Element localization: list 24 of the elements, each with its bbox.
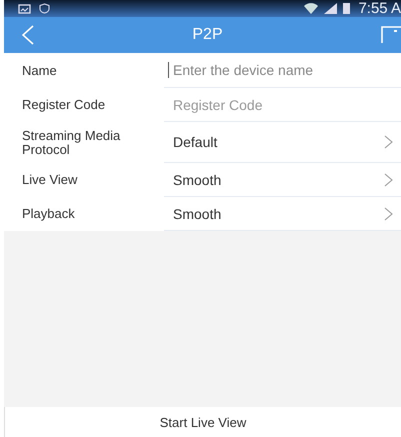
wifi-icon [304,3,318,14]
battery-icon [343,3,350,14]
save-icon[interactable] [381,26,401,44]
image-icon [18,4,31,14]
chevron-right-icon [384,135,393,149]
text-field[interactable]: Enter the device name [168,62,393,78]
nav-title: P2P [192,26,223,44]
select-field[interactable]: Default [164,122,401,163]
back-icon[interactable] [22,25,34,45]
select-value: Smooth [172,206,222,222]
shield-icon [39,3,50,14]
field-label: Name [21,64,58,78]
select-field[interactable]: Smooth [164,163,401,197]
field-label: Streaming Media Protocol [21,128,122,156]
status-time: 7:55 A [358,0,401,17]
field-label: Live View [21,173,78,187]
chevron-right-icon [384,172,393,186]
text-field[interactable]: Register Code [169,96,393,112]
chevron-right-icon [384,206,393,220]
signal-icon [324,3,338,14]
select-value: Smooth [172,172,222,188]
field-label: Register Code [21,98,106,112]
select-value: Default [172,134,218,150]
field-label: Playback [21,207,76,221]
